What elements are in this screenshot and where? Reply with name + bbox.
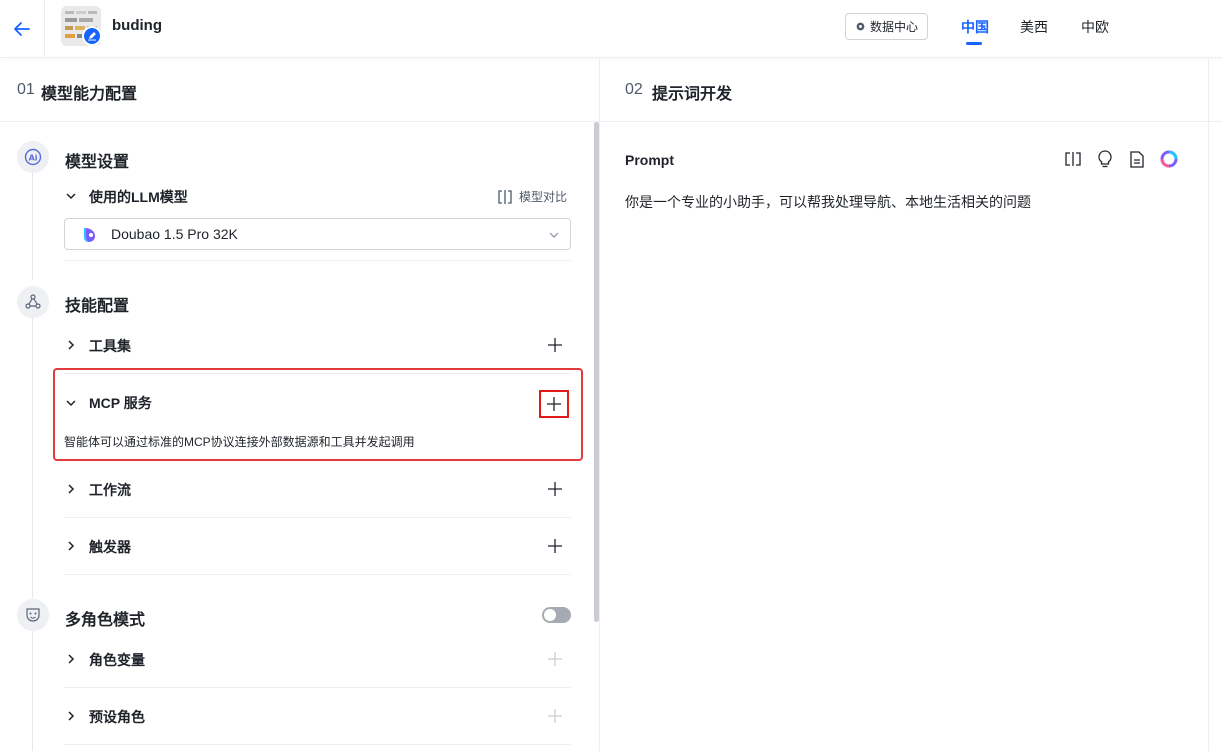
pencil-icon — [88, 32, 96, 41]
model-settings-title: 模型设置 — [65, 154, 130, 171]
model-compare-label: 模型对比 — [519, 190, 568, 204]
skill-label-trigger: 触发器 — [89, 539, 131, 555]
document-icon[interactable] — [1128, 150, 1146, 168]
divider — [1208, 58, 1209, 751]
multi-role-title: 多角色模式 — [65, 612, 146, 629]
prompt-dev-header: 02 提示词开发 — [600, 58, 1222, 122]
multi-role-toggle[interactable] — [542, 607, 571, 623]
skill-label-mcp[interactable]: MCP 服务 — [89, 393, 152, 413]
panel-title: 模型能力配置 — [41, 86, 138, 103]
data-center-button[interactable]: 数据中心 — [845, 13, 928, 40]
mask-icon — [17, 599, 49, 631]
chevron-right-icon — [68, 484, 75, 494]
skill-label-toolset: 工具集 — [89, 338, 131, 354]
doubao-logo-icon — [84, 228, 95, 242]
model-select[interactable]: Doubao 1.5 Pro 32K — [64, 218, 571, 250]
chevron-right-icon — [68, 541, 75, 551]
model-compare-button[interactable]: 模型对比 — [497, 188, 567, 205]
role-row-presets[interactable]: 预设角色 — [64, 688, 571, 745]
divider — [64, 260, 571, 261]
chevron-right-icon — [68, 711, 75, 721]
chevron-down-icon[interactable] — [64, 189, 78, 203]
ai-icon: Ai — [17, 141, 49, 173]
compare-icon — [498, 189, 512, 204]
selected-model: Doubao 1.5 Pro 32K — [111, 226, 238, 242]
arrow-left-icon — [14, 22, 30, 36]
skill-row-workflow[interactable]: 工作流 — [64, 461, 571, 518]
add-role-variable-icon[interactable] — [547, 651, 563, 667]
svg-text:Ai: Ai — [29, 153, 38, 162]
section-number: 01 — [17, 81, 35, 98]
skill-row-trigger[interactable]: 触发器 — [64, 518, 571, 575]
add-workflow-icon[interactable] — [547, 481, 563, 497]
compare-icon[interactable] — [1064, 150, 1082, 168]
role-row-variables[interactable]: 角色变量 — [64, 631, 571, 688]
llm-model-label: 使用的LLM模型 — [89, 189, 188, 205]
edit-avatar-button[interactable] — [82, 26, 102, 46]
add-trigger-icon[interactable] — [547, 538, 563, 554]
prompt-text[interactable]: 你是一个专业的小助手，可以帮我处理导航、本地生活相关的问题 — [625, 192, 1031, 212]
left-panel-scrollbar[interactable] — [594, 122, 599, 622]
app-name: buding — [112, 17, 162, 34]
chevron-down-icon — [549, 232, 559, 238]
timeline-line — [32, 170, 33, 280]
skills-title: 技能配置 — [65, 298, 130, 315]
back-button[interactable] — [0, 0, 45, 58]
region-tab-us-west[interactable]: 美西 — [1020, 17, 1048, 37]
top-bar: buding 数据中心 中国 美西 中欧 — [0, 0, 1222, 58]
chevron-right-icon — [68, 654, 75, 664]
add-mcp-button[interactable] — [539, 390, 569, 418]
nodes-icon — [17, 286, 49, 318]
timeline-line — [32, 630, 33, 751]
section-number: 02 — [625, 81, 643, 98]
skill-row-toolset[interactable]: 工具集 — [64, 317, 571, 374]
mcp-description: 智能体可以通过标准的MCP协议连接外部数据源和工具并发起调用 — [64, 435, 415, 449]
timeline-line — [32, 318, 33, 598]
region-active-indicator — [966, 42, 982, 45]
chevron-down-icon[interactable] — [64, 396, 78, 410]
data-center-label: 数据中心 — [869, 20, 918, 34]
prompt-toolbar — [1064, 150, 1178, 168]
region-tab-china[interactable]: 中国 — [961, 17, 989, 37]
model-config-header: 01 模型能力配置 — [0, 58, 599, 122]
region-tab-eu-central[interactable]: 中欧 — [1081, 17, 1109, 37]
panel-title: 提示词开发 — [652, 86, 733, 103]
skill-label-workflow: 工作流 — [89, 482, 131, 498]
plus-icon — [547, 397, 561, 411]
gear-icon — [856, 22, 865, 31]
prompt-label: Prompt — [625, 152, 674, 168]
add-toolset-icon[interactable] — [547, 337, 563, 353]
ai-assist-icon[interactable] — [1160, 150, 1178, 168]
role-label-presets: 预设角色 — [89, 709, 145, 725]
add-preset-role-icon[interactable] — [547, 708, 563, 724]
chevron-right-icon — [68, 340, 75, 350]
role-label-variables: 角色变量 — [89, 652, 145, 668]
lightbulb-icon[interactable] — [1096, 150, 1114, 168]
